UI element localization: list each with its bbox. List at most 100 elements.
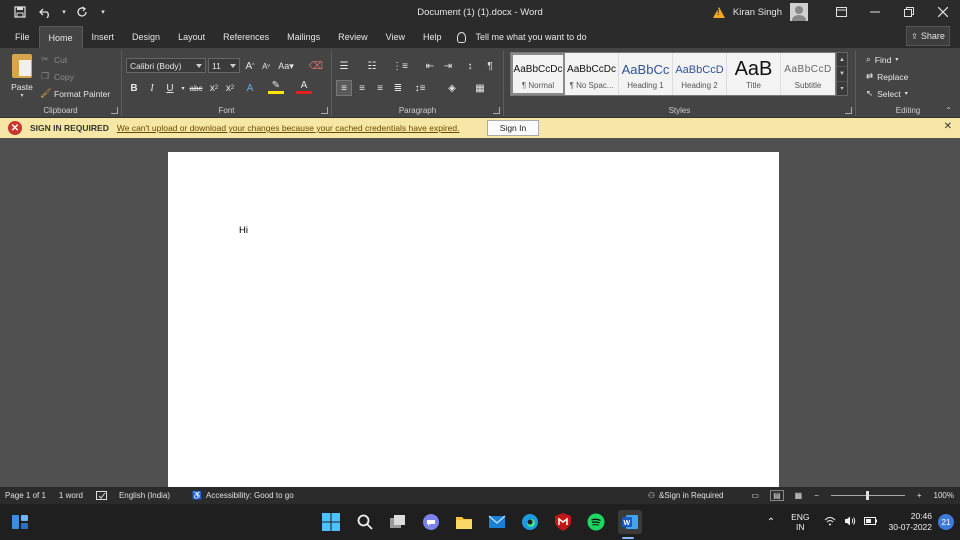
tab-mailings[interactable]: Mailings bbox=[278, 26, 329, 48]
paste-dropdown-icon[interactable]: ▾ bbox=[8, 92, 36, 99]
battery-icon[interactable] bbox=[863, 516, 877, 528]
text-effects-icon[interactable]: A bbox=[242, 80, 258, 96]
highlight-color-icon[interactable]: ✎ bbox=[268, 80, 284, 94]
tab-file[interactable]: File bbox=[6, 26, 39, 48]
increase-indent-icon[interactable]: ⇥ bbox=[440, 58, 456, 74]
zoom-slider[interactable] bbox=[830, 491, 905, 500]
clipboard-launcher-icon[interactable] bbox=[111, 107, 118, 114]
document-page[interactable]: Hi bbox=[168, 152, 779, 487]
tab-view[interactable]: View bbox=[377, 26, 414, 48]
tab-home[interactable]: Home bbox=[38, 26, 83, 48]
tab-design[interactable]: Design bbox=[123, 26, 169, 48]
strikethrough-button[interactable]: abc bbox=[188, 80, 204, 96]
clear-formatting-icon[interactable]: ⌫ bbox=[308, 58, 324, 74]
widgets-icon[interactable] bbox=[10, 512, 30, 532]
italic-button[interactable]: I bbox=[144, 80, 160, 96]
scroll-up-icon[interactable]: ▲ bbox=[837, 53, 847, 68]
justify-button[interactable]: ≣ bbox=[390, 80, 406, 96]
styles-launcher-icon[interactable] bbox=[845, 107, 852, 114]
user-name[interactable]: Kiran Singh bbox=[733, 7, 782, 18]
save-icon[interactable] bbox=[8, 2, 32, 22]
align-right-button[interactable]: ≡ bbox=[372, 80, 388, 96]
paragraph-launcher-icon[interactable] bbox=[493, 107, 500, 114]
style-heading-2[interactable]: AaBbCcD Heading 2 bbox=[673, 53, 727, 95]
minimize-button[interactable] bbox=[858, 0, 892, 24]
grow-font-icon[interactable]: A ^ bbox=[242, 58, 258, 74]
close-icon[interactable]: ✕ bbox=[944, 121, 952, 132]
edge-browser-icon[interactable] bbox=[520, 512, 540, 532]
input-language[interactable]: ENG IN bbox=[791, 512, 809, 532]
tab-layout[interactable]: Layout bbox=[169, 26, 214, 48]
document-area[interactable]: Hi bbox=[0, 138, 960, 487]
sort-icon[interactable]: ↕ bbox=[462, 58, 478, 74]
align-left-button[interactable]: ≡ bbox=[336, 80, 352, 96]
font-color-icon[interactable]: A bbox=[296, 80, 312, 94]
subscript-button[interactable]: x2 bbox=[206, 80, 222, 96]
file-explorer-icon[interactable] bbox=[454, 512, 474, 532]
shading-icon[interactable]: ◈ bbox=[444, 80, 460, 96]
chevron-up-icon[interactable]: ⌃ bbox=[767, 517, 775, 528]
volume-icon[interactable] bbox=[844, 516, 856, 529]
mcafee-icon[interactable] bbox=[553, 512, 573, 532]
find-button[interactable]: ⌕ Find ▾ bbox=[866, 54, 898, 65]
page-count[interactable]: Page 1 of 1 bbox=[5, 491, 46, 500]
share-button[interactable]: ⇪ Share bbox=[906, 26, 950, 46]
more-styles-icon[interactable]: ▾ bbox=[837, 82, 847, 95]
style-no-spacing[interactable]: AaBbCcDc ¶ No Spac... bbox=[565, 53, 619, 95]
customize-toolbar-icon[interactable]: ▾ bbox=[96, 2, 110, 22]
web-layout-icon[interactable]: ▦ bbox=[795, 491, 803, 500]
zoom-level[interactable]: 100% bbox=[934, 491, 954, 500]
style-title[interactable]: AaB Title bbox=[727, 53, 781, 95]
font-size-select[interactable]: 11 bbox=[208, 58, 240, 73]
warning-icon[interactable] bbox=[712, 6, 725, 18]
decrease-indent-icon[interactable]: ⇤ bbox=[422, 58, 438, 74]
select-button[interactable]: ↖ Select ▾ bbox=[866, 88, 908, 99]
ribbon-display-options-icon[interactable] bbox=[824, 0, 858, 24]
style-heading-1[interactable]: AaBbCc Heading 1 bbox=[619, 53, 673, 95]
multilevel-list-icon[interactable]: ⋮≡ bbox=[392, 58, 408, 74]
sign-in-button[interactable]: Sign In bbox=[487, 120, 539, 136]
read-mode-icon[interactable]: ▭ bbox=[752, 491, 760, 500]
tab-review[interactable]: Review bbox=[329, 26, 377, 48]
avatar[interactable] bbox=[790, 3, 808, 21]
numbering-icon[interactable]: ☷ bbox=[364, 58, 380, 74]
mail-icon[interactable] bbox=[487, 512, 507, 532]
paste-button[interactable]: Paste ▾ bbox=[8, 54, 36, 99]
print-layout-icon[interactable]: ▤ bbox=[770, 490, 784, 501]
teams-chat-icon[interactable] bbox=[421, 512, 441, 532]
clock[interactable]: 20:46 30-07-2022 bbox=[889, 511, 932, 533]
style-normal[interactable]: AaBbCcDc ¶ Normal bbox=[511, 53, 565, 95]
notification-badge[interactable]: 21 bbox=[938, 514, 954, 530]
restore-button[interactable] bbox=[892, 0, 926, 24]
cut-button[interactable]: ✂ Cut bbox=[40, 54, 67, 65]
accessibility-status[interactable]: ♿ Accessibility: Good to go bbox=[192, 491, 294, 500]
zoom-in-icon[interactable]: + bbox=[917, 491, 922, 500]
tab-references[interactable]: References bbox=[214, 26, 278, 48]
wifi-icon[interactable] bbox=[824, 516, 836, 529]
task-view-icon[interactable] bbox=[388, 512, 408, 532]
styles-scroll[interactable]: ▲ ▼ ▾ bbox=[836, 52, 848, 96]
redo-icon[interactable] bbox=[70, 2, 94, 22]
bold-button[interactable]: B bbox=[126, 80, 142, 96]
tell-me-search[interactable]: Tell me what you want to do bbox=[456, 26, 587, 48]
word-count[interactable]: 1 word bbox=[59, 491, 83, 500]
style-subtitle[interactable]: AaBbCcD Subtitle bbox=[781, 53, 835, 95]
tab-insert[interactable]: Insert bbox=[83, 26, 124, 48]
font-name-select[interactable]: Calibri (Body) bbox=[126, 58, 206, 73]
format-painter-button[interactable]: 🖌 Format Painter bbox=[40, 88, 110, 99]
superscript-button[interactable]: x2 bbox=[222, 80, 238, 96]
line-spacing-icon[interactable]: ↕≡ bbox=[412, 80, 428, 96]
undo-icon[interactable] bbox=[34, 2, 58, 22]
replace-button[interactable]: ⇄ Replace bbox=[866, 71, 908, 82]
document-text[interactable]: Hi bbox=[239, 225, 248, 236]
borders-icon[interactable]: ▦ bbox=[472, 80, 488, 96]
tab-help[interactable]: Help bbox=[414, 26, 451, 48]
proofing-icon[interactable] bbox=[95, 491, 107, 500]
change-case-icon[interactable]: Aa▾ bbox=[278, 58, 294, 74]
show-marks-icon[interactable]: ¶ bbox=[482, 58, 498, 74]
collapse-ribbon-icon[interactable]: ⌃ bbox=[945, 106, 952, 115]
zoom-out-icon[interactable]: − bbox=[814, 491, 819, 500]
font-launcher-icon[interactable] bbox=[321, 107, 328, 114]
scroll-down-icon[interactable]: ▼ bbox=[837, 67, 847, 82]
spotify-icon[interactable] bbox=[586, 512, 606, 532]
